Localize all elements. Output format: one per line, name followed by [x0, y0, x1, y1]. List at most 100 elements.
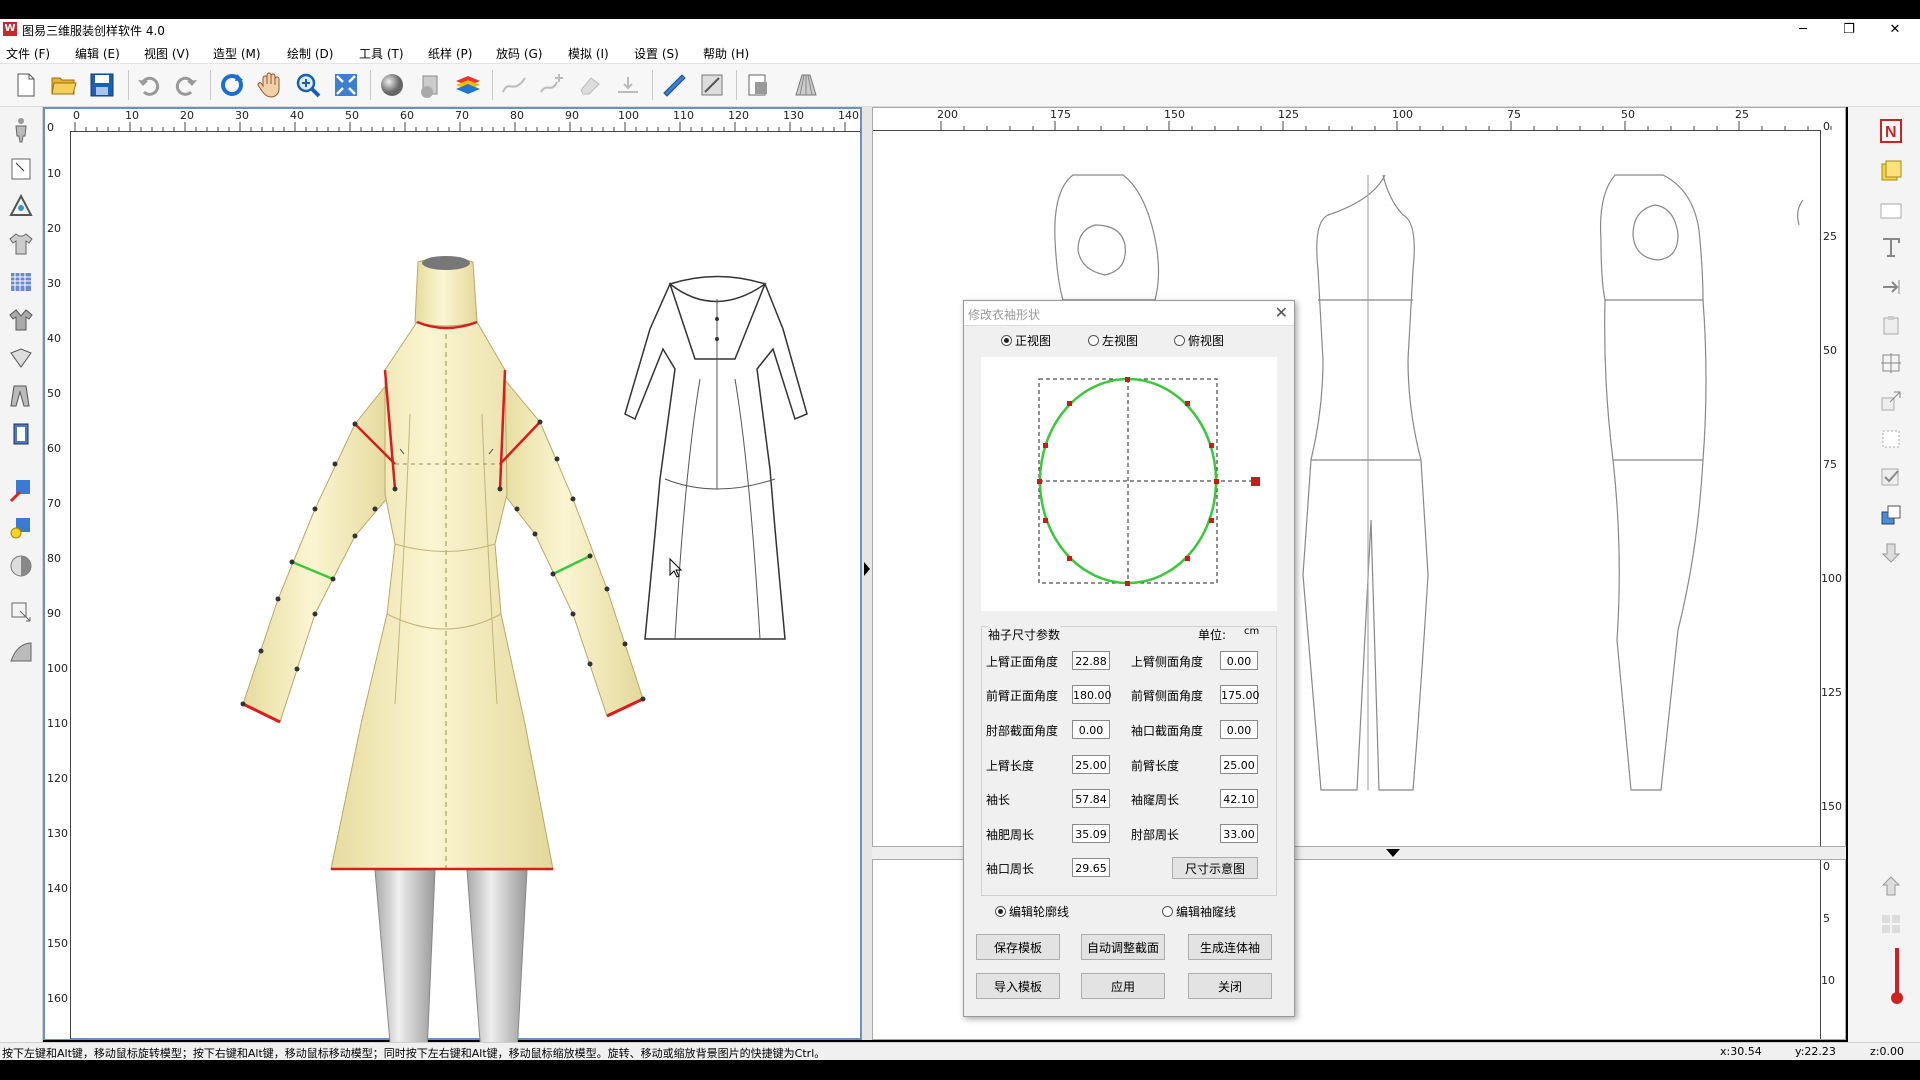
param-label: 袖长 [986, 793, 1011, 807]
arrow-icon[interactable] [1877, 273, 1905, 301]
cuff-circumference-field[interactable]: 29.65 [1072, 858, 1110, 877]
save-template-button[interactable]: 保存模板 [976, 934, 1060, 960]
radio-edit-armhole[interactable]: 编辑袖窿线 [1162, 903, 1236, 920]
zoom-icon[interactable] [292, 69, 324, 101]
paste-icon[interactable] [1877, 311, 1905, 339]
forearm-length-field[interactable]: 25.00 [1220, 755, 1258, 774]
add-point-icon[interactable] [536, 69, 568, 101]
cube-bulb-icon[interactable] [6, 513, 36, 543]
down-icon[interactable] [1877, 539, 1905, 567]
upper-arm-side-angle-field[interactable]: 0.00 [1220, 651, 1258, 670]
upper-arm-length-field[interactable]: 25.00 [1072, 755, 1110, 774]
menu-model[interactable]: 造型 (M) [213, 45, 261, 62]
import-template-button[interactable]: 导入模板 [976, 973, 1060, 999]
sleeve-length-field[interactable]: 57.84 [1072, 789, 1110, 808]
forearm-front-angle-field[interactable]: 180.00 [1072, 685, 1112, 704]
menu-tools[interactable]: 工具 (T) [359, 45, 404, 62]
size-diagram-button[interactable]: 尺寸示意图 [1172, 857, 1258, 879]
north-icon[interactable]: N [1877, 117, 1905, 145]
body-model-icon[interactable] [6, 115, 36, 145]
upper-arm-front-angle-field[interactable]: 22.88 [1072, 651, 1110, 670]
armhole-circumference-field[interactable]: 42.10 [1220, 789, 1258, 808]
redo-icon[interactable] [170, 69, 202, 101]
layer-icon[interactable] [1877, 157, 1905, 185]
sleeve-shape-dialog: 修改衣袖形状 ✕ 正视图 左视图 俯视图 袖子尺寸参数 单位: cm 上臂正面角… [963, 300, 1295, 1017]
menu-file[interactable]: 文件 (F) [6, 45, 50, 62]
menu-simulate[interactable]: 模拟 (I) [568, 45, 609, 62]
radio-left-view[interactable]: 左视图 [1088, 332, 1138, 349]
align-icon[interactable] [612, 69, 644, 101]
menu-draw[interactable]: 绘制 (D) [287, 45, 333, 62]
copy-icon[interactable] [1877, 501, 1905, 529]
close-window-button[interactable]: ✕ [1872, 19, 1918, 41]
auto-adjust-section-button[interactable]: 自动调整截面 [1081, 934, 1165, 960]
dialog-close-icon[interactable]: ✕ [1275, 303, 1288, 322]
fit-view-icon[interactable] [330, 69, 362, 101]
bicep-circumference-field[interactable]: 35.09 [1072, 824, 1110, 843]
rectangle-icon[interactable] [1877, 197, 1905, 225]
curve-icon[interactable] [498, 69, 530, 101]
new-file-icon[interactable] [10, 69, 42, 101]
skirt-icon[interactable] [790, 69, 822, 101]
transform-icon[interactable] [6, 597, 36, 627]
cube-red-icon[interactable] [6, 475, 36, 505]
grid-icon[interactable] [1877, 910, 1905, 938]
elbow-section-angle-field[interactable]: 0.00 [1072, 720, 1110, 739]
cuff-section-angle-field[interactable]: 0.00 [1220, 720, 1258, 739]
view-splitter[interactable] [862, 107, 872, 1040]
menu-pattern[interactable]: 纸样 (P) [428, 45, 472, 62]
measure-icon[interactable] [696, 69, 728, 101]
vest-tool-icon[interactable] [6, 419, 36, 449]
undo-icon[interactable] [133, 69, 165, 101]
3d-garment-model[interactable] [195, 164, 755, 1064]
text-icon[interactable] [1877, 233, 1905, 261]
apply-button[interactable]: 应用 [1081, 973, 1165, 999]
3d-viewport[interactable]: 0 10 20 30 40 50 60 70 80 90 100 110 120… [43, 107, 862, 1055]
elbow-circumference-field[interactable]: 33.00 [1220, 824, 1258, 843]
collar-tool-icon[interactable] [6, 343, 36, 373]
dart-tool-icon[interactable] [6, 191, 36, 221]
pants-tool-icon[interactable] [6, 381, 36, 411]
select-tool-icon[interactable] [6, 153, 36, 183]
sleeve-cross-section-preview[interactable] [981, 357, 1277, 611]
frame-icon[interactable] [1877, 349, 1905, 377]
radio-edit-contour[interactable]: 编辑轮廓线 [995, 903, 1069, 920]
thermometer-icon[interactable] [1883, 948, 1911, 1004]
param-label: 前臂正面角度 [986, 689, 1059, 703]
radio-top-view[interactable]: 俯视图 [1174, 332, 1224, 349]
minimize-button[interactable]: ─ [1780, 19, 1826, 41]
menu-view[interactable]: 视图 (V) [144, 45, 189, 62]
check-icon[interactable] [1877, 463, 1905, 491]
slope-icon[interactable] [6, 637, 36, 667]
menu-edit[interactable]: 编辑 (E) [75, 45, 120, 62]
pan-hand-icon[interactable] [254, 69, 286, 101]
dialog-title-bar[interactable]: 修改衣袖形状 ✕ [964, 301, 1294, 326]
radio-front-view[interactable]: 正视图 [1001, 332, 1051, 349]
rotate-view-icon[interactable] [216, 69, 248, 101]
shirt-tool-icon[interactable] [6, 229, 36, 259]
model-icon[interactable] [414, 69, 446, 101]
pattern-export-icon[interactable] [742, 69, 774, 101]
close-button[interactable]: 关闭 [1188, 973, 1272, 999]
sphere-icon[interactable] [376, 69, 408, 101]
menu-grading[interactable]: 放码 (G) [496, 45, 542, 62]
maximize-button[interactable]: ❐ [1826, 19, 1872, 41]
eraser-icon[interactable] [574, 69, 606, 101]
shading-icon[interactable] [6, 551, 36, 581]
ruler-icon[interactable] [658, 69, 690, 101]
forearm-side-angle-field[interactable]: 175.00 [1220, 685, 1260, 704]
vertical-ruler-right: 0 25 50 75 100 125 150 [1820, 120, 1845, 846]
scale-icon[interactable] [1877, 387, 1905, 415]
menu-settings[interactable]: 设置 (S) [634, 45, 679, 62]
save-icon[interactable] [86, 69, 118, 101]
param-label: 肘部截面角度 [986, 724, 1059, 738]
open-folder-icon[interactable] [48, 69, 80, 101]
param-label: 肘部周长 [1131, 828, 1180, 842]
menu-help[interactable]: 帮助 (H) [703, 45, 749, 62]
generate-raglan-sleeve-button[interactable]: 生成连体袖 [1188, 934, 1272, 960]
layers-icon[interactable] [452, 69, 484, 101]
jacket-tool-icon[interactable] [6, 305, 36, 335]
up-icon[interactable] [1877, 872, 1905, 900]
fabric-tool-icon[interactable] [6, 267, 36, 297]
border-icon[interactable] [1877, 425, 1905, 453]
